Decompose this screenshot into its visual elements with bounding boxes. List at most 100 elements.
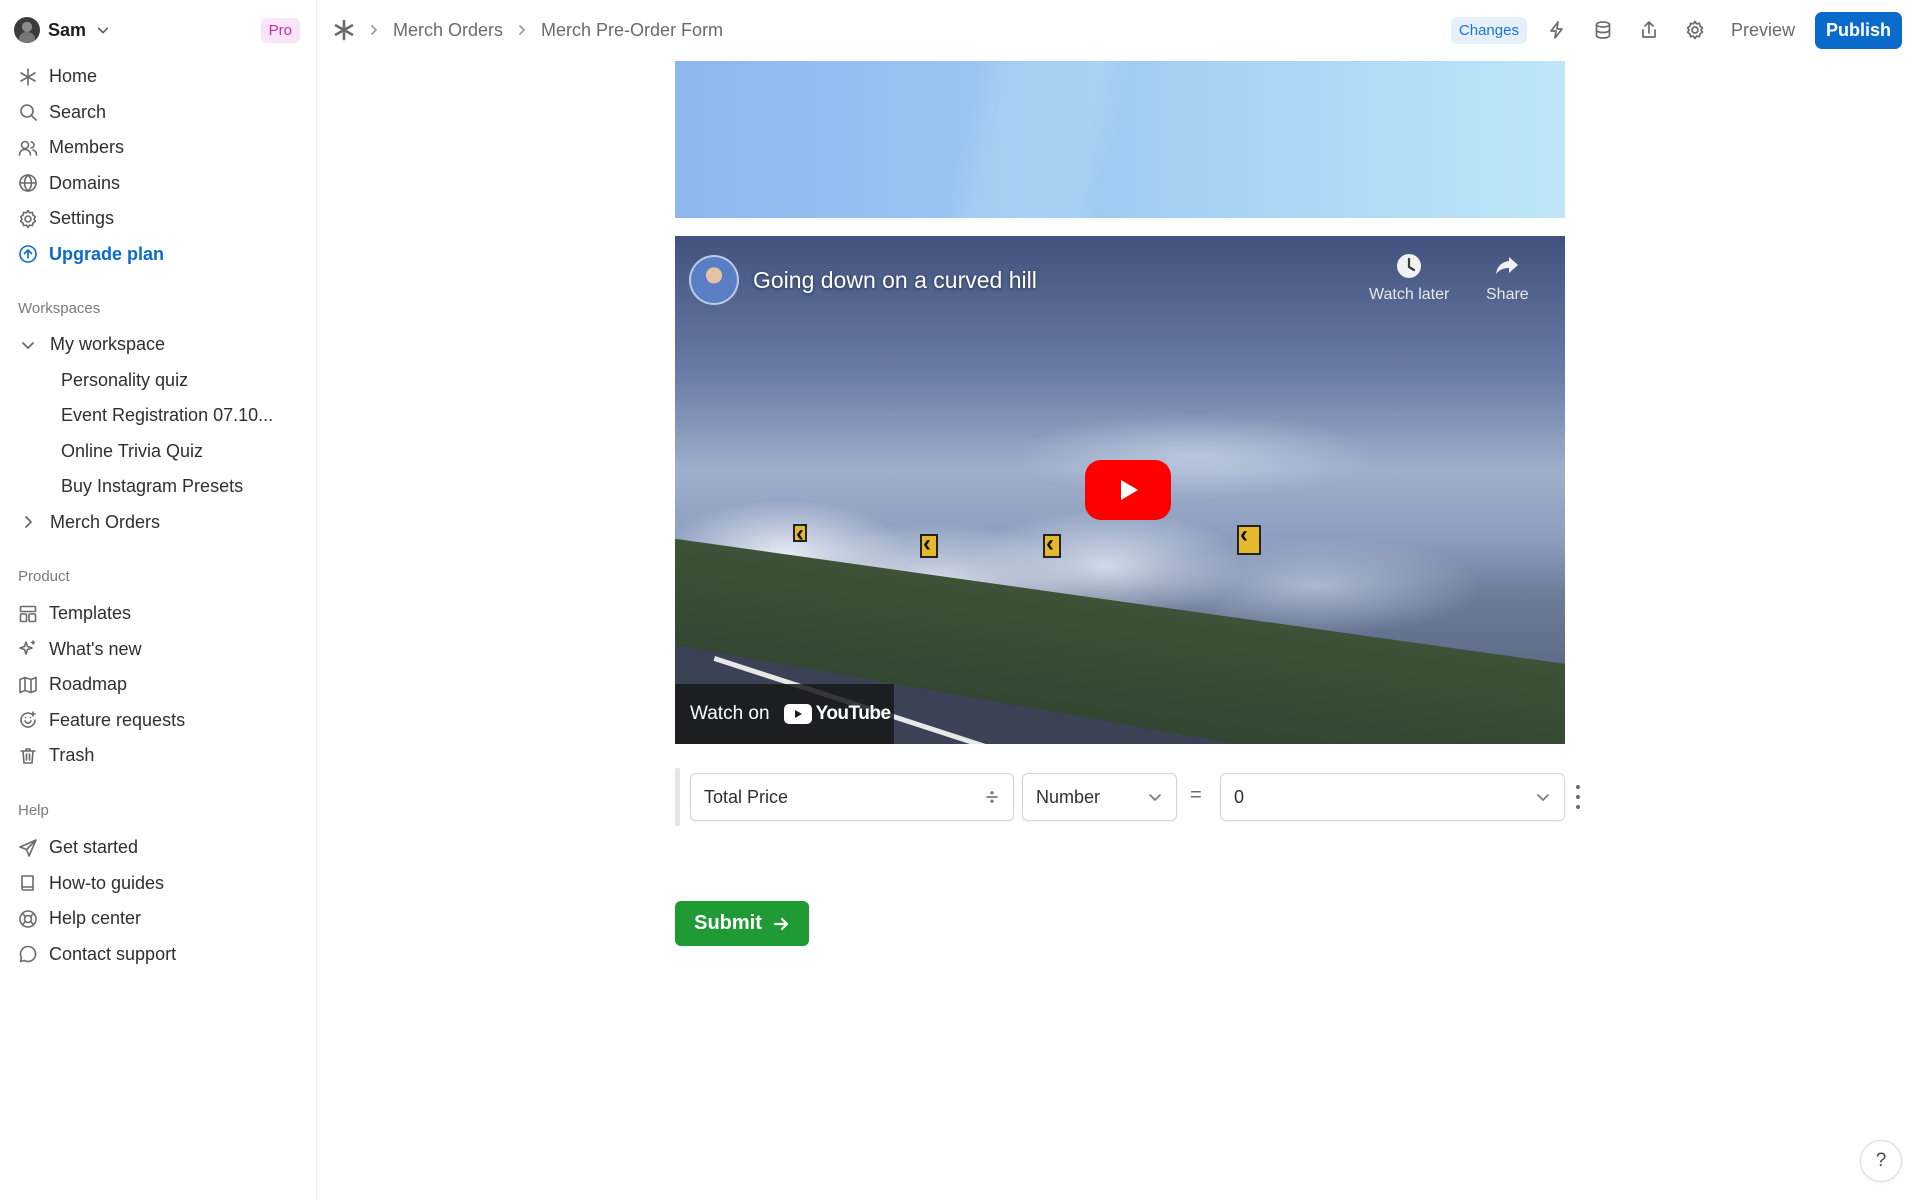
more-options-icon[interactable] — [1575, 785, 1581, 809]
nav-label: Domains — [49, 172, 121, 193]
form-item[interactable]: Event Registration 07.10... — [0, 398, 317, 434]
submit-button[interactable]: Submit — [675, 901, 809, 946]
plan-badge: Pro — [260, 17, 300, 43]
road-sign — [920, 530, 938, 558]
share-upload-icon[interactable] — [1637, 18, 1661, 42]
nav-label: Contact support — [49, 943, 177, 964]
watch-later-label: Watch later — [1369, 286, 1450, 303]
variable-name-input[interactable]: Total Price — [690, 773, 1014, 821]
templates-icon — [18, 604, 38, 624]
nav-label: What's new — [49, 638, 142, 659]
lightning-icon[interactable] — [1545, 18, 1569, 42]
share-label: Share — [1486, 286, 1529, 303]
video-header: Going down on a curved hill Watch later … — [689, 252, 1551, 308]
app-logo-icon[interactable] — [333, 19, 355, 41]
nav-settings[interactable]: Settings — [0, 201, 317, 237]
road-sign — [1043, 530, 1061, 558]
chevron-right-icon — [519, 25, 526, 35]
chevron-down-icon — [97, 27, 109, 34]
share-button[interactable]: Share — [1486, 252, 1529, 304]
workspaces-tree: My workspace Personality quiz Event Regi… — [0, 327, 317, 540]
form-cover-image[interactable] — [675, 61, 1565, 218]
nav-help-center[interactable]: Help center — [0, 901, 317, 937]
video-title[interactable]: Going down on a curved hill — [753, 267, 1037, 294]
play-button[interactable] — [1085, 460, 1171, 520]
youtube-wordmark: YouTube — [815, 703, 891, 724]
top-actions: Changes Preview Publish — [1450, 0, 1920, 60]
asterisk-icon — [18, 67, 38, 87]
chevron-down-icon — [1149, 794, 1161, 801]
variable-type-select[interactable]: Number — [1022, 773, 1177, 821]
nav-label: Search — [49, 101, 107, 122]
folder-merch-orders[interactable]: Merch Orders — [0, 505, 317, 541]
lifebuoy-icon — [18, 909, 38, 929]
watch-on-youtube-link[interactable]: Watch on YouTube — [675, 684, 894, 744]
youtube-embed[interactable]: Going down on a curved hill Watch later … — [675, 236, 1565, 744]
help-button[interactable]: ? — [1860, 1140, 1902, 1182]
preview-button[interactable]: Preview — [1731, 20, 1795, 41]
upgrade-plan-link[interactable]: Upgrade plan — [0, 237, 317, 273]
youtube-play-icon — [783, 704, 812, 724]
initial-value: 0 — [1234, 786, 1245, 807]
nav-search[interactable]: Search — [0, 95, 317, 131]
feature-request-icon — [18, 710, 38, 730]
share-arrow-icon — [1496, 257, 1519, 274]
sparkle-icon — [18, 639, 38, 659]
user-name: Sam — [48, 19, 87, 40]
watch-later-button[interactable]: Watch later — [1369, 252, 1449, 304]
nav-roadmap[interactable]: Roadmap — [0, 667, 317, 703]
publish-button[interactable]: Publish — [1814, 11, 1902, 49]
block-drag-handle[interactable] — [675, 768, 680, 826]
form-item[interactable]: Online Trivia Quiz — [0, 434, 317, 470]
sidebar: Sam Pro Home Search Members Domains Sett… — [0, 0, 317, 1200]
form-item[interactable]: Personality quiz — [0, 363, 317, 399]
nav-trash[interactable]: Trash — [0, 738, 317, 774]
changes-button[interactable]: Changes — [1450, 16, 1527, 44]
nav-how-to-guides[interactable]: How-to guides — [0, 866, 317, 902]
send-icon — [18, 838, 38, 858]
submit-label: Submit — [694, 912, 762, 934]
variable-type-value: Number — [1036, 786, 1101, 807]
gear-icon[interactable] — [1683, 18, 1707, 42]
help-nav: Get started How-to guides Help center Co… — [0, 830, 317, 972]
nav-label: Trash — [49, 745, 95, 766]
nav-get-started[interactable]: Get started — [0, 830, 317, 866]
nav-feature-requests[interactable]: Feature requests — [0, 703, 317, 739]
nav-home[interactable]: Home — [0, 59, 317, 95]
workspace-name: My workspace — [50, 334, 166, 355]
breadcrumb-folder[interactable]: Merch Orders — [393, 20, 503, 41]
help-heading: Help — [18, 802, 49, 819]
youtube-logo: YouTube — [783, 703, 891, 725]
members-icon — [18, 138, 38, 158]
main-nav: Home Search Members Domains Settings Upg… — [0, 59, 317, 272]
form-item[interactable]: Buy Instagram Presets — [0, 469, 317, 505]
nav-domains[interactable]: Domains — [0, 166, 317, 202]
road-sign — [1237, 521, 1261, 555]
road-sign — [793, 520, 807, 548]
divide-icon — [986, 791, 998, 803]
chevron-down-icon — [20, 337, 36, 353]
nav-label: How-to guides — [49, 872, 165, 893]
globe-icon — [18, 173, 38, 193]
user-menu[interactable]: Sam Pro — [14, 14, 300, 46]
nav-whats-new[interactable]: What's new — [0, 632, 317, 668]
upgrade-icon — [18, 244, 38, 264]
nav-contact-support[interactable]: Contact support — [0, 937, 317, 973]
workspace-toggle[interactable]: My workspace — [0, 327, 317, 363]
channel-avatar[interactable] — [689, 255, 739, 305]
nav-label: Settings — [49, 208, 115, 229]
database-icon[interactable] — [1591, 18, 1615, 42]
equals-sign: = — [1190, 784, 1202, 806]
top-bar: Merch Orders Merch Pre-Order Form Change… — [318, 0, 1920, 60]
calculated-field-row: Total Price Number = 0 — [675, 768, 1595, 826]
nav-members[interactable]: Members — [0, 130, 317, 166]
chevron-right-icon — [20, 514, 36, 530]
book-icon — [18, 873, 38, 893]
initial-value-select[interactable]: 0 — [1220, 773, 1565, 821]
nav-templates[interactable]: Templates — [0, 596, 317, 632]
nav-label: Roadmap — [49, 674, 128, 695]
clock-icon — [1397, 254, 1422, 278]
folder-name: Merch Orders — [50, 511, 161, 532]
chat-bubble-icon — [18, 944, 38, 964]
breadcrumb-form[interactable]: Merch Pre-Order Form — [541, 20, 723, 41]
